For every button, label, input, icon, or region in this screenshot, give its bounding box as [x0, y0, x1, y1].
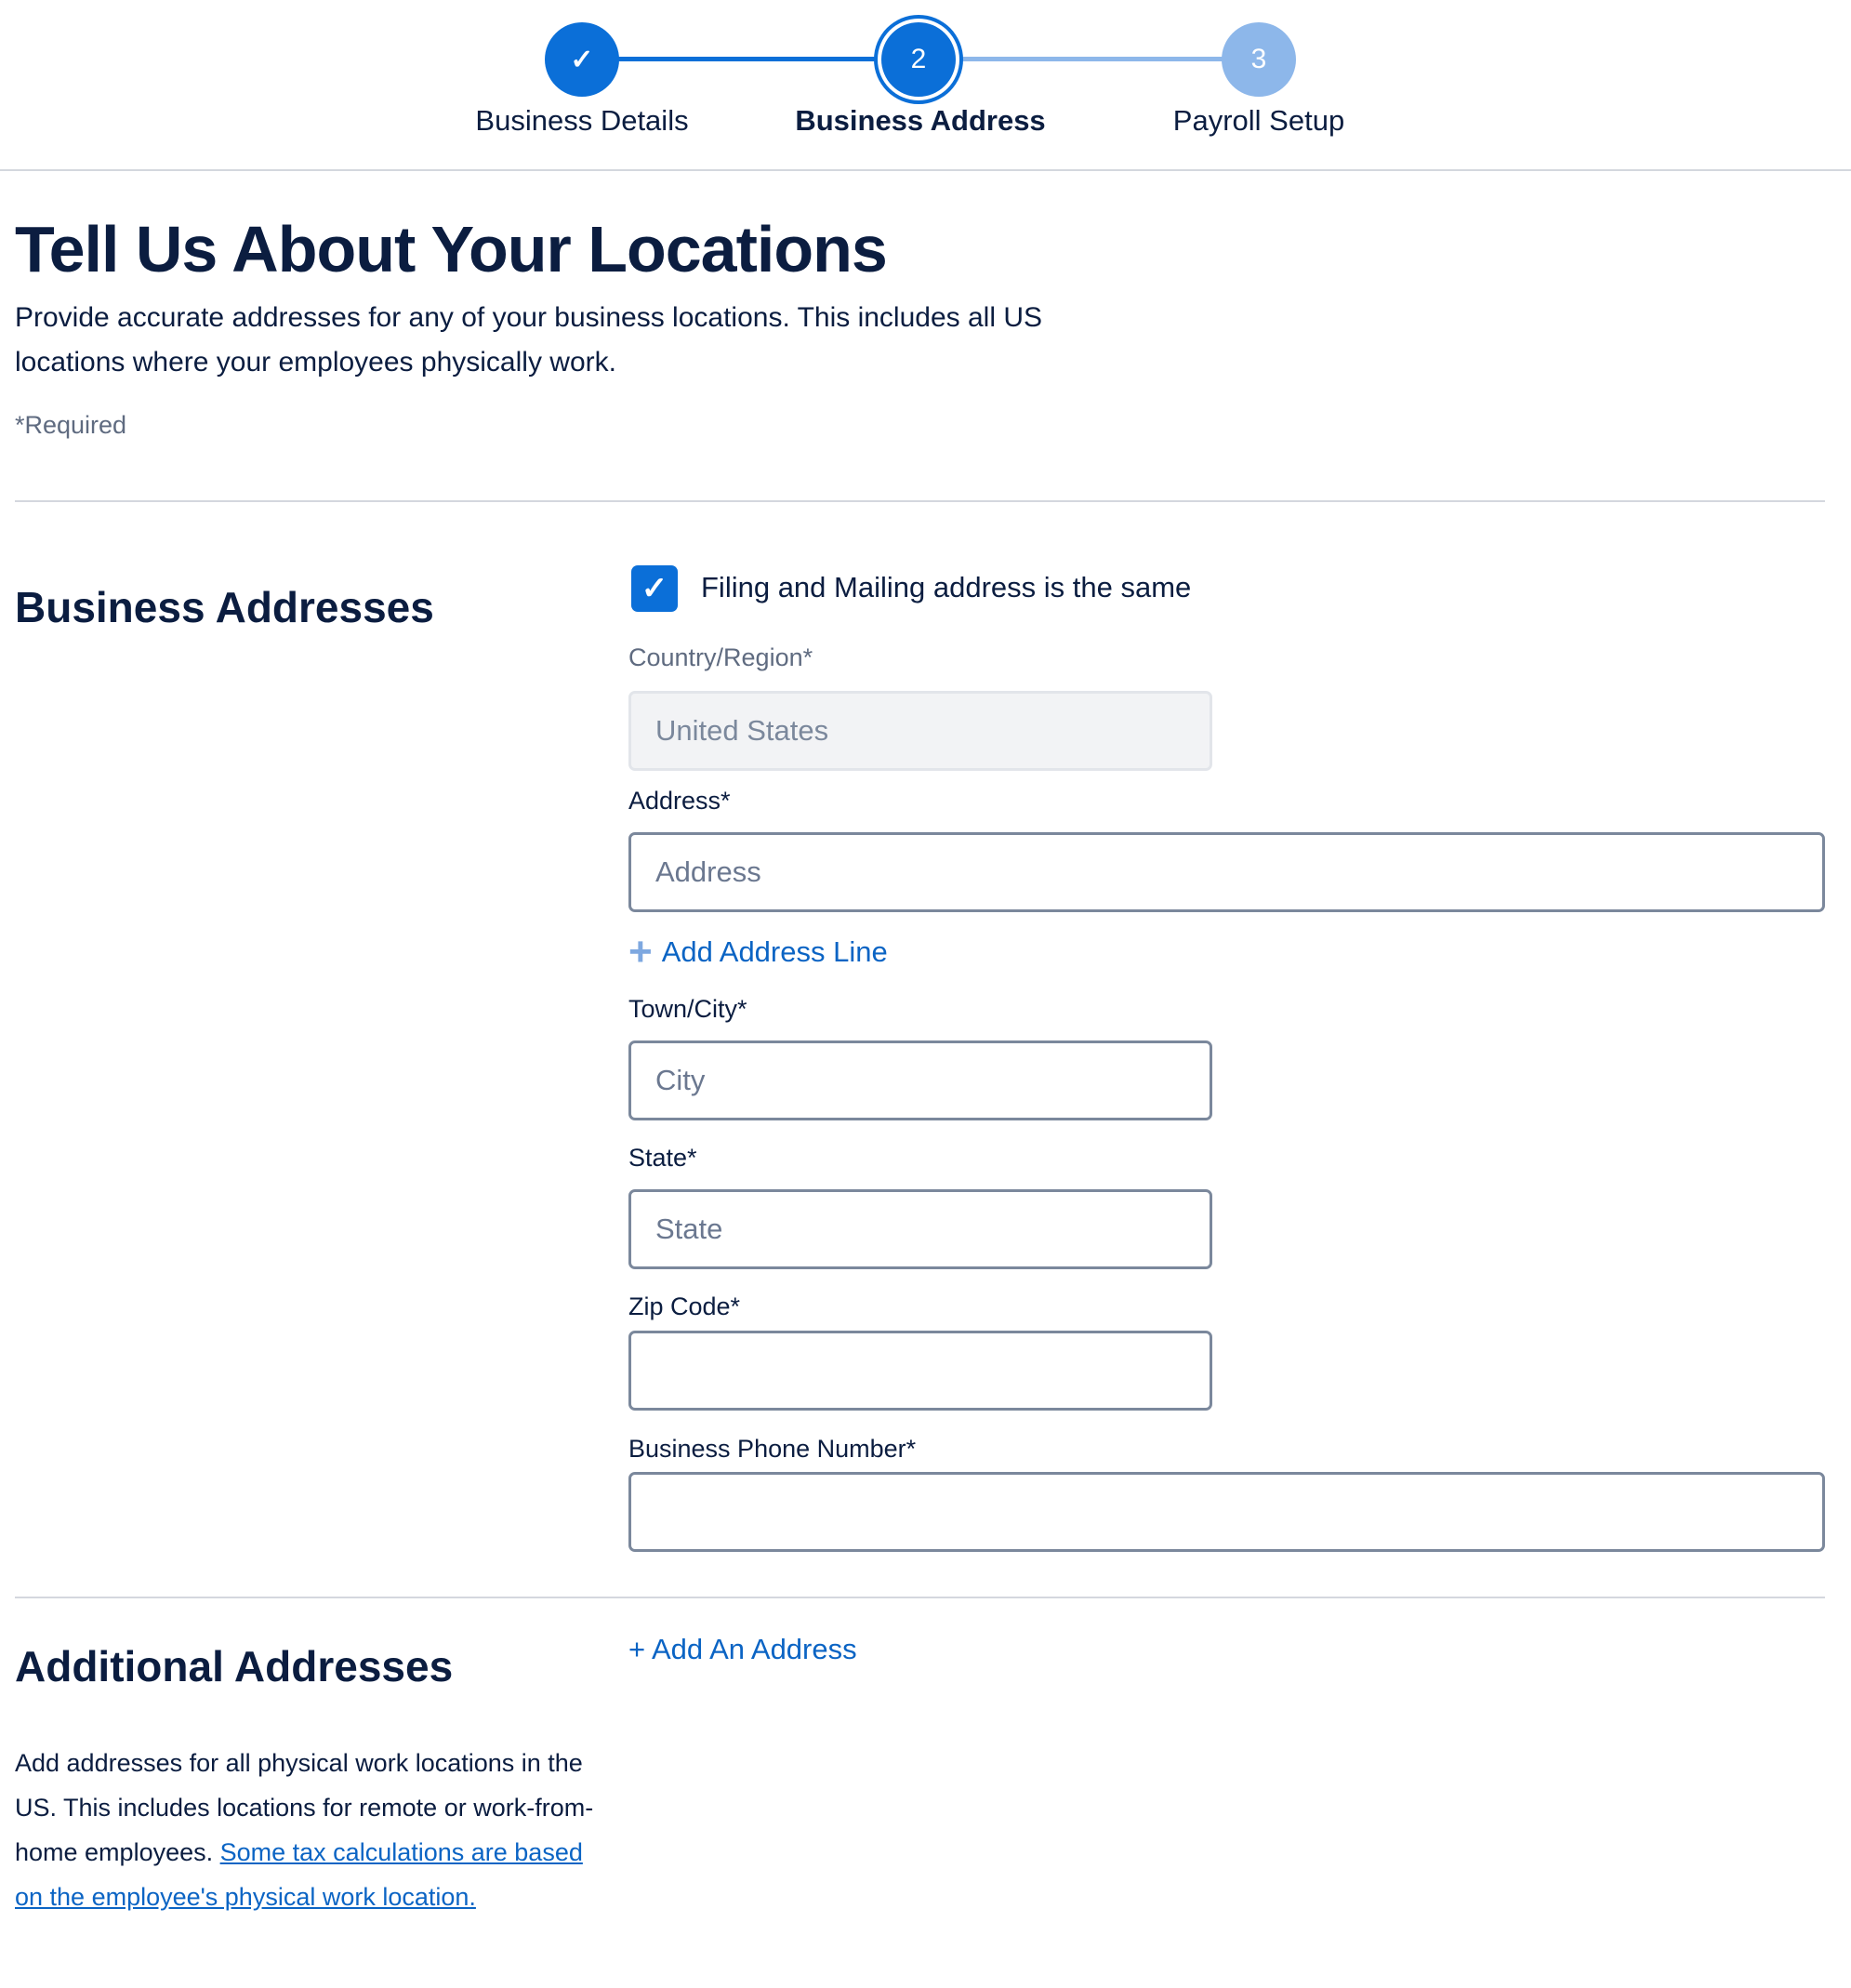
- step-3-label: Payroll Setup: [1172, 104, 1345, 137]
- address-input[interactable]: Address: [628, 832, 1825, 912]
- same-address-label[interactable]: Filing and Mailing address is the same: [701, 571, 1191, 604]
- page-title: Tell Us About Your Locations: [15, 213, 888, 285]
- city-placeholder: City: [655, 1064, 706, 1096]
- city-label: Town/City*: [628, 995, 747, 1023]
- business-addresses-title: Business Addresses: [15, 583, 434, 631]
- address-placeholder: Address: [655, 855, 761, 888]
- section-divider: [15, 1597, 1825, 1598]
- step-2-marker[interactable]: 2: [881, 22, 956, 97]
- add-an-address-button[interactable]: + Add An Address: [628, 1633, 857, 1666]
- phone-label: Business Phone Number*: [628, 1435, 917, 1463]
- country-field: United States: [628, 691, 1212, 771]
- state-label: State*: [628, 1144, 697, 1172]
- city-input[interactable]: City: [628, 1040, 1212, 1120]
- phone-input[interactable]: [628, 1472, 1825, 1552]
- step-1-check-icon[interactable]: ✓: [545, 22, 619, 97]
- plus-icon: +: [628, 929, 653, 974]
- required-note: *Required: [15, 411, 127, 439]
- step-2-label[interactable]: Business Address: [795, 104, 1045, 138]
- checkmark-icon: ✓: [641, 571, 668, 606]
- state-placeholder: State: [655, 1213, 723, 1245]
- section-divider: [15, 500, 1825, 502]
- add-address-line-label: Add Address Line: [661, 935, 888, 968]
- state-input[interactable]: State: [628, 1189, 1212, 1269]
- address-label: Address*: [628, 787, 731, 815]
- zip-label: Zip Code*: [628, 1292, 741, 1320]
- step-3-marker: 3: [1222, 22, 1296, 97]
- country-label: Country/Region*: [628, 643, 813, 671]
- page-description: Provide accurate addresses for any of yo…: [15, 302, 1043, 378]
- stepper-connector-upcoming: [919, 57, 1259, 61]
- step-1-label[interactable]: Business Details: [475, 104, 688, 138]
- additional-addresses-description: Add addresses for all physical work loca…: [15, 1741, 610, 1919]
- additional-addresses-title: Additional Addresses: [15, 1642, 454, 1690]
- add-address-line-button[interactable]: + Add Address Line: [628, 932, 888, 973]
- stepper-connector-complete: [582, 57, 919, 61]
- same-address-checkbox[interactable]: ✓: [631, 565, 678, 612]
- zip-input[interactable]: [628, 1331, 1212, 1411]
- progress-stepper: ✓ 2 3 Business Details Business Address …: [0, 0, 1851, 171]
- country-value: United States: [655, 714, 829, 747]
